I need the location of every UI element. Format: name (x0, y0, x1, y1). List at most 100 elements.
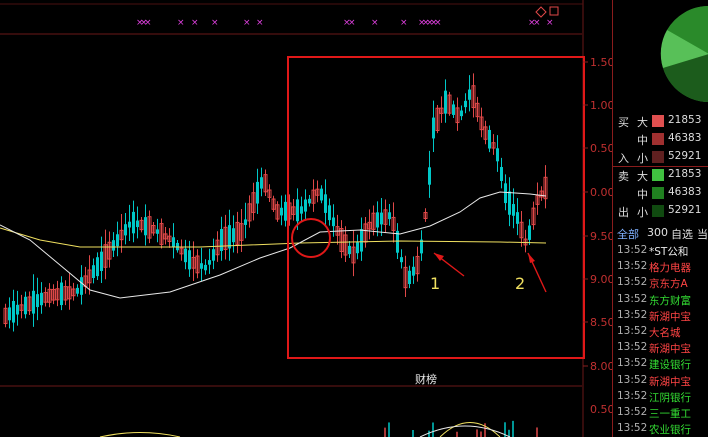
event-marker: × (348, 18, 356, 28)
event-marker: × (243, 18, 251, 28)
event-marker: × (546, 18, 554, 28)
order-swatch (652, 133, 664, 145)
order-value: 52921 (668, 150, 702, 162)
order-book-row: 入小 52921 (613, 148, 708, 166)
annotation-2: 2 (515, 274, 525, 293)
square-icon[interactable] (549, 6, 559, 16)
event-marker: × (371, 18, 379, 28)
tape-row[interactable]: 13:52 新湖中宝 (613, 373, 708, 389)
diamond-icon[interactable] (535, 6, 547, 18)
order-book-side-label: 出 (618, 206, 629, 219)
tape-row[interactable]: 13:52 大名城 (613, 324, 708, 340)
ma-long-line (0, 227, 547, 248)
order-swatch (652, 169, 664, 181)
candlestick-chart[interactable]: ××× × × × × × ×× × × ××××× ×× × 1 2 1.501.000.500.0… (0, 0, 612, 437)
order-book-row: 买大 21853 (613, 112, 708, 130)
order-swatch (652, 151, 664, 163)
order-value: 46383 (668, 132, 702, 144)
event-marker: × (434, 18, 442, 28)
order-book-row: 中 46383 (613, 130, 708, 148)
price-axis-label: 9.00 (590, 273, 612, 286)
event-marker: × (177, 18, 185, 28)
sub-axis-label: 0.50 (590, 403, 612, 416)
price-axis-label: 9.50 (590, 230, 612, 243)
event-marker: × (144, 18, 152, 28)
candles (3, 73, 548, 332)
price-axis-label: 1.00 (590, 99, 612, 112)
order-swatch (652, 205, 664, 217)
tape-row[interactable]: 13:52 建设银行 (613, 356, 708, 372)
event-marker: × (211, 18, 219, 28)
tape-stock-name: 新湖中宝 (649, 375, 691, 388)
order-size-label: 大 (637, 116, 648, 129)
tape-time: 13:52 (617, 325, 648, 337)
tab-current[interactable]: 当 (697, 226, 708, 242)
tape-time: 13:52 (617, 406, 648, 418)
tape-row[interactable]: 13:52 农业银行 (613, 421, 708, 437)
order-value: 21853 (668, 114, 702, 126)
tape-time: 13:52 (617, 260, 648, 273)
tape-row[interactable]: 13:52 三一重工 (613, 405, 708, 421)
order-size-label: 中 (637, 188, 648, 201)
order-book-side-label: 买 (618, 116, 629, 129)
tape-row[interactable]: 13:52 京东方A (613, 275, 708, 291)
order-value: 21853 (668, 168, 702, 180)
tape-row[interactable]: 13:52 江阴银行 (613, 389, 708, 405)
order-book-side-label: 卖 (618, 170, 629, 183)
event-marker: × (533, 18, 541, 28)
tab-all[interactable]: 全部 (617, 226, 639, 242)
tape-controls: 全部 300 自选 当 (613, 224, 708, 241)
tape-row[interactable]: 13:52 *ST公和 (613, 243, 708, 259)
tape-time: 13:52 (617, 389, 648, 402)
tape-row[interactable]: 13:52 新湖中宝 (613, 308, 708, 324)
event-marker: × (400, 18, 408, 28)
price-axis-label: 1.50 (590, 56, 612, 69)
price-axis-label: 8.50 (590, 316, 612, 329)
event-marker: × (191, 18, 199, 28)
tape-stock-name: 新湖中宝 (649, 343, 691, 356)
event-marker: × (256, 18, 264, 28)
tape-row[interactable]: 13:52 格力电器 (613, 259, 708, 275)
tape-time: 13:52 (617, 341, 648, 354)
event-markers: ××× × × × × × ×× × × ××××× ×× × (136, 18, 554, 28)
tape-time: 13:52 (617, 276, 648, 289)
highlight-circle (291, 218, 331, 258)
tab-watchlist[interactable]: 自选 (671, 226, 693, 242)
order-size-label: 小 (637, 152, 648, 165)
order-value: 52921 (668, 204, 702, 216)
highlight-box (287, 56, 585, 359)
tape-stock-name: 江阴银行 (649, 391, 691, 404)
tape-time: 13:52 (617, 292, 648, 305)
tape-stock-name: 建设银行 (649, 359, 691, 372)
tape-row[interactable]: 13:52 新湖中宝 (613, 340, 708, 356)
section-label: 财榜 (415, 372, 437, 386)
order-book-row: 出小 52921 (613, 202, 708, 220)
tape-stock-name: 东方财富 (649, 294, 691, 307)
order-book-side-label: 入 (618, 152, 629, 165)
tape-stock-name: 新湖中宝 (649, 310, 691, 323)
tape-stock-name: 京东方A (649, 278, 688, 291)
price-axis-label: 8.00 (590, 360, 612, 373)
tape-stock-name: *ST公和 (649, 246, 689, 258)
order-book-row: 中 46383 (613, 184, 708, 202)
order-book-row: 卖大 21853 (613, 166, 708, 184)
order-swatch (652, 187, 664, 199)
tape-row[interactable]: 13:52 东方财富 (613, 292, 708, 308)
order-swatch (652, 115, 664, 127)
tape-time: 13:52 (617, 422, 648, 435)
arrow-2-head (528, 253, 535, 263)
annotation-1: 1 (430, 274, 440, 293)
tape-stock-name: 大名城 (649, 327, 681, 339)
order-size-label: 小 (637, 206, 648, 219)
tape-time: 13:52 (617, 244, 648, 256)
tab-count[interactable]: 300 (647, 226, 668, 239)
price-axis-label: 0.50 (590, 142, 612, 155)
tape-stock-name: 三一重工 (649, 408, 691, 420)
tape-time: 13:52 (617, 357, 648, 370)
order-size-label: 中 (637, 134, 648, 147)
order-size-label: 大 (637, 170, 648, 183)
tape-stock-name: 农业银行 (649, 424, 691, 437)
pie-chart (660, 6, 708, 102)
order-value: 46383 (668, 186, 702, 198)
right-panel: 买大 21853 中 46383 入小 52921 卖大 21853 中 46383 出小 52921… (612, 0, 708, 437)
